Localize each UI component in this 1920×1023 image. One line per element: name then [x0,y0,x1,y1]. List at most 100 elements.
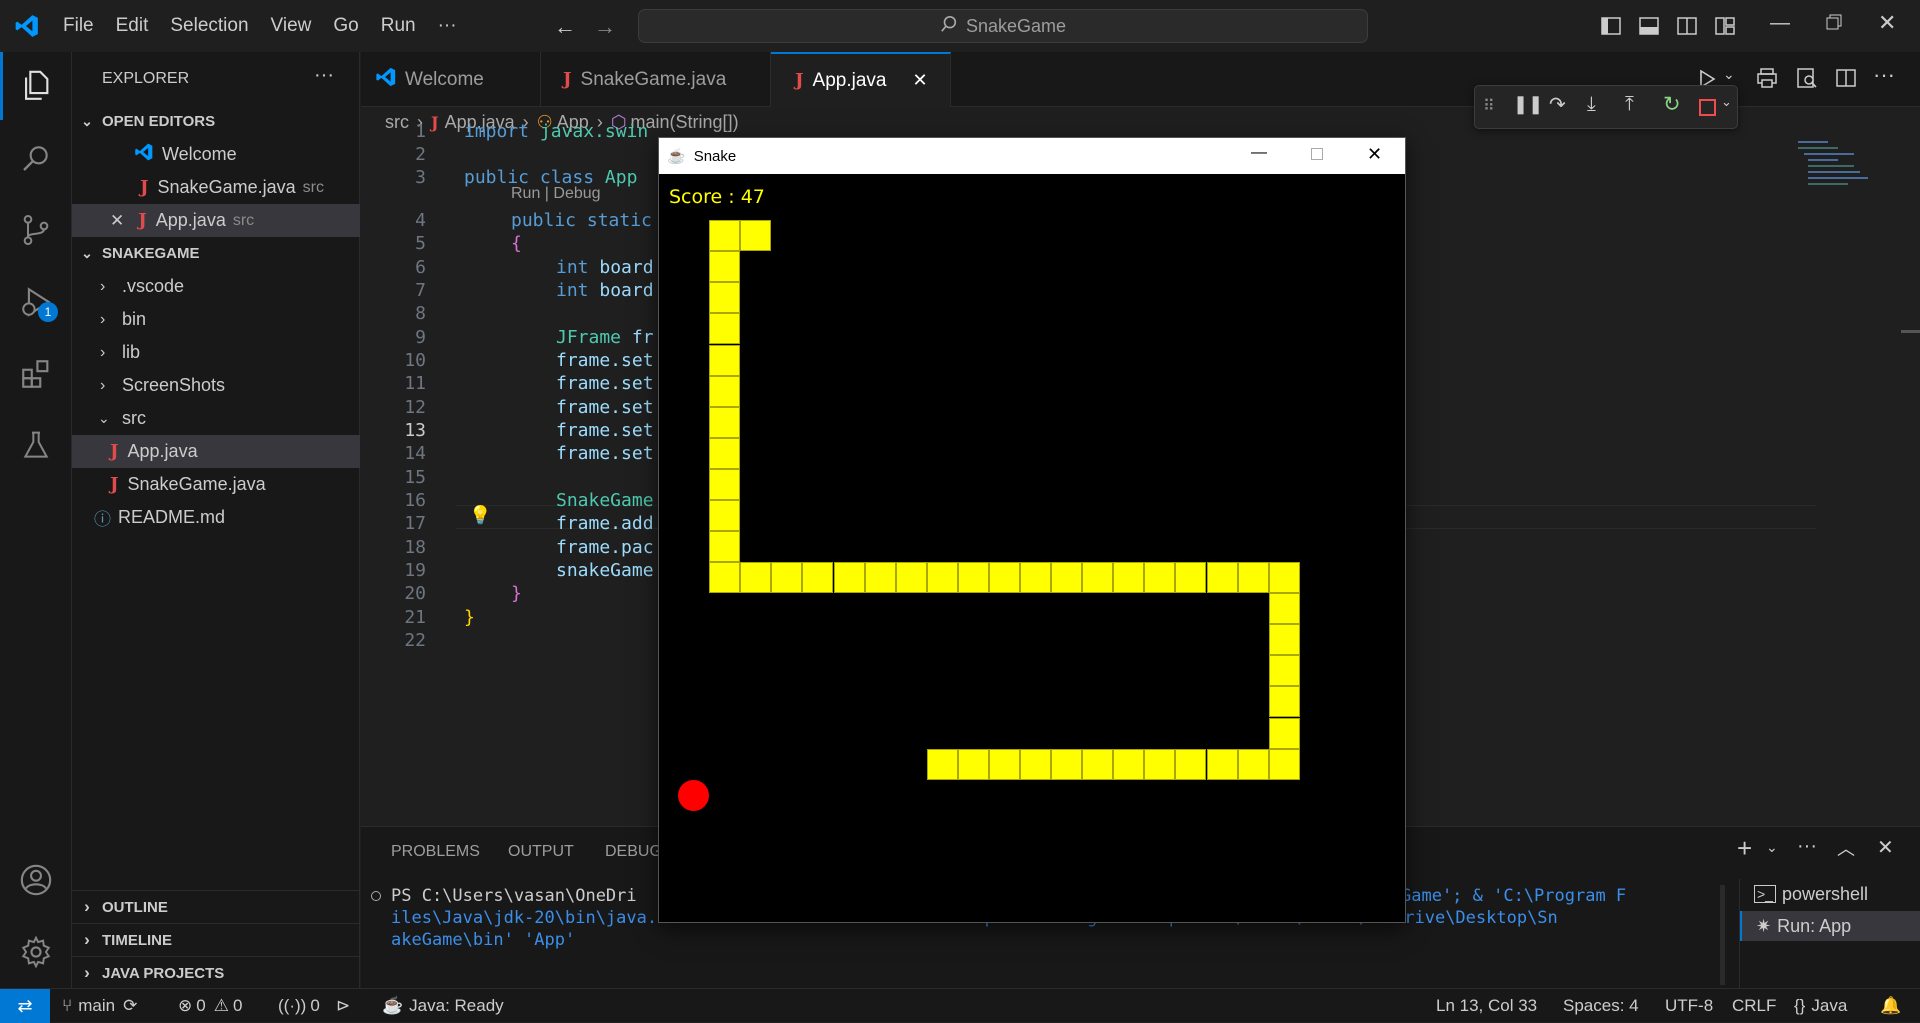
cursor-position[interactable]: Ln 13, Col 33 [1436,989,1537,1023]
tab-app[interactable]: J App.java ✕ [771,52,951,107]
tree-folder-vscode[interactable]: › .vscode [72,270,360,303]
snake-segment [1051,749,1082,780]
tree-file-readme[interactable]: ⓘ README.md [72,501,360,534]
menu-edit[interactable]: Edit [105,15,160,37]
stop-dropdown-icon[interactable]: ⌄ [1721,94,1732,110]
menu-selection[interactable]: Selection [159,15,259,37]
close-tab-icon[interactable]: ✕ [912,70,927,91]
ports-indicator[interactable]: ((·)) 0 [278,989,320,1023]
minimap[interactable] [1786,137,1896,297]
tree-folder-lib[interactable]: › lib [72,336,360,369]
settings-gear-icon[interactable] [0,918,72,986]
snake-game-window[interactable]: ☕ Snake — ✕ Score : 47 [658,137,1406,923]
close-window-icon[interactable]: ✕ [1878,10,1896,36]
toggle-secondary-sidebar-icon[interactable] [1676,15,1698,42]
menu-run[interactable]: Run [370,15,427,37]
open-editor-welcome[interactable]: Welcome [72,138,360,171]
command-center[interactable]: SnakeGame [638,9,1368,43]
open-editors-section[interactable]: ⌄ OPEN EDITORS [72,105,360,138]
snake-window-titlebar[interactable]: ☕ Snake — ✕ [659,138,1405,174]
terminal-item-powershell[interactable]: >_ powershell [1740,879,1920,909]
open-preview-icon[interactable] [1795,66,1819,95]
java-status[interactable]: ☕ Java: Ready [382,989,504,1023]
debug-launch-indicator[interactable]: ⊳ [336,989,350,1023]
terminal-scrollbar[interactable] [1720,885,1725,985]
drag-handle-icon[interactable]: ⠿ [1483,96,1495,116]
source-control-icon[interactable] [0,196,72,264]
code-line-10: frame.set [556,350,654,371]
pause-icon[interactable]: ❚❚ [1513,94,1543,115]
code-line-11: frame.set [556,373,654,394]
indentation[interactable]: Spaces: 4 [1563,989,1639,1023]
codelens-run-debug[interactable]: Run | Debug [511,185,601,203]
snake-segment [958,562,989,593]
step-out-icon[interactable]: ⤒ [1625,93,1634,116]
tree-folder-screenshots[interactable]: › ScreenShots [72,369,360,402]
back-arrow-icon[interactable]: ← [554,14,576,40]
step-into-icon[interactable]: ⤓ [1587,93,1596,116]
notifications-bell-icon[interactable]: 🔔 [1880,989,1901,1023]
tree-folder-src[interactable]: ⌄ src [72,402,360,435]
tree-folder-bin[interactable]: › bin [72,303,360,336]
new-terminal-icon[interactable]: + [1737,833,1752,864]
terminal-item-run-app[interactable]: ✷ Run: App [1740,911,1920,941]
restore-icon[interactable] [1826,14,1842,35]
accounts-icon[interactable] [0,846,72,914]
encoding[interactable]: UTF-8 [1665,989,1713,1023]
print-icon[interactable] [1755,66,1779,95]
java-projects-section[interactable]: › JAVA PROJECTS [72,956,360,989]
panel-more-icon[interactable]: ··· [1797,835,1817,858]
project-section[interactable]: ⌄ SNAKEGAME [72,237,360,270]
branch-indicator[interactable]: ⑂ main ⟳ [62,989,137,1023]
panel-tab-debug[interactable]: DEBUG [605,843,662,861]
menu-go[interactable]: Go [322,15,369,37]
minimize-icon[interactable]: — [1770,12,1790,35]
extensions-icon[interactable] [0,340,72,408]
open-editor-app[interactable]: ✕ J App.java src [72,204,360,237]
panel-tab-problems[interactable]: PROBLEMS [391,843,480,861]
language-mode[interactable]: {} Java [1794,989,1847,1023]
line-ending[interactable]: CRLF [1732,989,1776,1023]
maximize-panel-icon[interactable]: ︿ [1837,835,1855,861]
explorer-icon[interactable] [0,52,72,120]
testing-icon[interactable] [0,412,72,480]
snake-minimize-icon[interactable]: — [1251,144,1267,162]
snake-close-icon[interactable]: ✕ [1367,144,1382,165]
lightbulb-icon[interactable]: 💡 [469,505,491,526]
problems-indicator[interactable]: ⊗ 0 ⚠ 0 [178,989,242,1023]
terminal-dropdown-icon[interactable]: ⌄ [1766,839,1778,856]
run-dropdown-icon[interactable]: ⌄ [1723,66,1735,83]
tab-snakegame[interactable]: J SnakeGame.java [541,52,771,107]
restart-icon[interactable]: ↻ [1663,92,1681,117]
menu-view[interactable]: View [260,15,323,37]
timeline-section[interactable]: › TIMELINE [72,923,360,956]
terminal-line-3: akeGame\bin' 'App' [391,930,576,950]
step-over-icon[interactable]: ↷ [1549,92,1566,117]
scrollbar-thumb[interactable] [1901,330,1920,333]
run-debug-icon[interactable]: 1 [0,268,72,336]
outline-section[interactable]: › OUTLINE [72,890,360,923]
game-board[interactable]: Score : 47 [659,174,1405,922]
toggle-primary-sidebar-icon[interactable] [1600,15,1622,42]
stop-icon[interactable] [1699,99,1716,116]
tree-file-snakegame[interactable]: J SnakeGame.java [72,468,360,501]
search-sidebar-icon[interactable] [0,124,72,192]
forward-arrow-icon[interactable]: → [594,14,616,40]
tab-welcome[interactable]: Welcome [361,52,541,107]
close-panel-icon[interactable]: ✕ [1877,835,1894,860]
explorer-more-button[interactable]: ··· [314,64,334,87]
panel-tab-output[interactable]: OUTPUT [508,843,574,861]
menu-more[interactable]: ··· [427,15,468,37]
code-line-17: frame.add [556,513,654,534]
toggle-panel-icon[interactable] [1638,15,1660,42]
close-editor-icon[interactable]: ✕ [110,211,124,231]
customize-layout-icon[interactable] [1714,15,1736,42]
more-actions-icon[interactable]: ··· [1873,62,1895,88]
remote-indicator[interactable]: ⇄ [0,989,50,1023]
open-editor-snakegame[interactable]: J SnakeGame.java src [72,171,360,204]
menu-file[interactable]: File [52,15,105,37]
chevron-down-icon: ⌄ [81,245,93,261]
tree-file-app[interactable]: J App.java [72,435,360,468]
split-editor-icon[interactable] [1835,67,1857,94]
snake-maximize-icon[interactable] [1311,148,1323,160]
